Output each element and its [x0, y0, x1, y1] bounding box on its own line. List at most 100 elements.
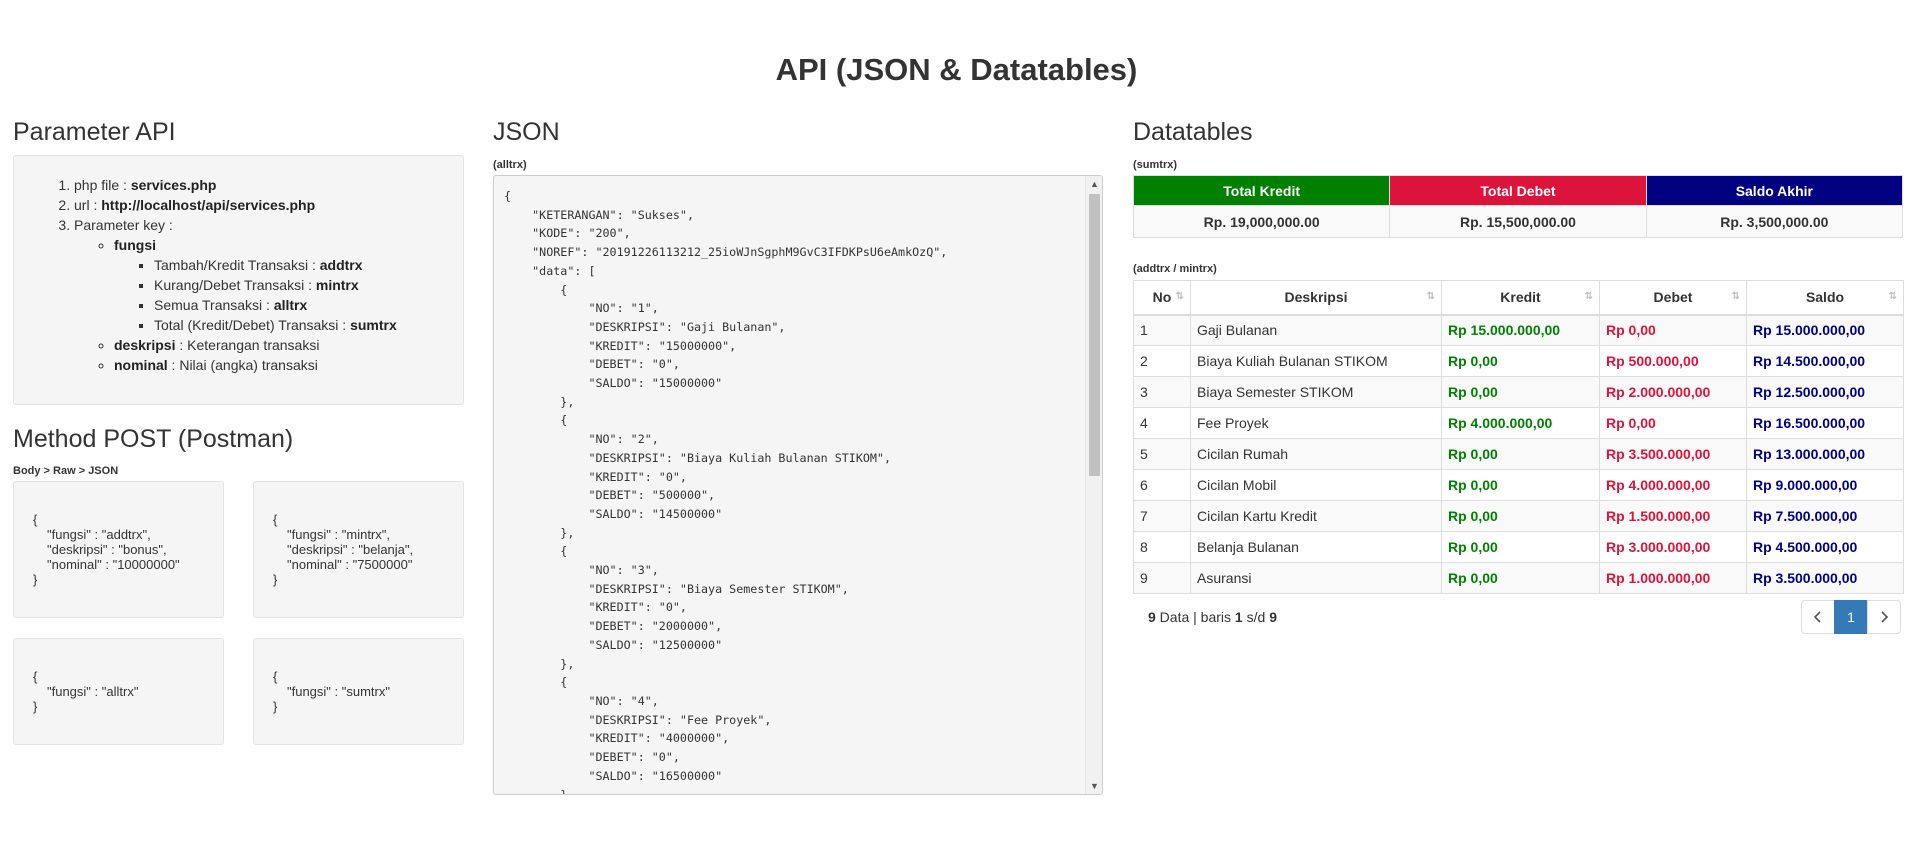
cell-no: 8 [1133, 531, 1191, 563]
cell-deskripsi: Gaji Bulanan [1190, 314, 1442, 346]
info-to: 9 [1269, 609, 1277, 625]
code-line: { [33, 512, 38, 527]
info-sep: s/d [1242, 609, 1270, 625]
json-content: { "KETERANGAN": "Sukses", "KODE": "200",… [504, 189, 948, 795]
cell-kredit: Rp 0,00 [1441, 531, 1600, 563]
param-label: php file : [74, 177, 131, 193]
cell-saldo: Rp 3.500.000,00 [1746, 562, 1904, 594]
chevron-right-icon [1881, 611, 1889, 623]
cell-debet: Rp 1.000.000,00 [1599, 562, 1747, 594]
table-row: 7 Cicilan Kartu Kredit Rp 0,00 Rp 1.500.000… [1133, 500, 1904, 532]
cell-debet: Rp 500.000,00 [1599, 345, 1747, 377]
saldo-akhir-header: Saldo Akhir [1645, 175, 1904, 206]
param-value: services.php [130, 177, 217, 193]
cell-debet: Rp 0,00 [1599, 407, 1747, 439]
fungsi-value-item: Kurang/Debet Transaksi : mintrx [154, 275, 463, 295]
json-sublabel: (alltrx) [493, 159, 527, 171]
sort-icon: ⇅ [1175, 291, 1184, 302]
total-debet-value: Rp. 15,500,000.00 [1389, 205, 1647, 238]
table-row: 3 Biaya Semester STIKOM Rp 0,00 Rp 2.000.00… [1133, 376, 1904, 408]
cell-no: 4 [1133, 407, 1191, 439]
fungsi-desc: Semua Transaksi : [154, 297, 274, 313]
column-header-kredit[interactable]: Kredit ⇅ [1441, 280, 1600, 316]
cell-deskripsi: Biaya Semester STIKOM [1190, 376, 1442, 408]
code-line: "deskripsi" : "belanja", [287, 542, 414, 557]
cell-kredit: Rp 4.000.000,00 [1441, 407, 1600, 439]
column-header-debet[interactable]: Debet ⇅ [1599, 280, 1747, 316]
column-header-no[interactable]: No ⇅ [1133, 280, 1191, 316]
cell-deskripsi: Cicilan Rumah [1190, 438, 1442, 470]
code-line: "fungsi" : "alltrx" [47, 684, 139, 699]
transactions-body: 1 Gaji Bulanan Rp 15.000.000,00 Rp 0,00 Rp 1… [1133, 314, 1904, 594]
info-count: 9 [1148, 609, 1156, 625]
addtrx-mintrx-label: (addtrx / mintrx) [1133, 263, 1217, 275]
param-keys-list: fungsi Tambah/Kredit Transaksi : addtrx … [74, 235, 463, 375]
fungsi-code: addtrx [319, 257, 363, 273]
scroll-thumb[interactable] [1089, 194, 1100, 476]
cell-no: 2 [1133, 345, 1191, 377]
datatables-heading: Datatables [1133, 118, 1253, 146]
cell-kredit: Rp 0,00 [1441, 562, 1600, 594]
sort-icon: ⇅ [1888, 291, 1897, 302]
cell-saldo: Rp 13.000.000,00 [1746, 438, 1904, 470]
next-page-button[interactable] [1867, 600, 1901, 634]
cell-kredit: Rp 15.000.000,00 [1441, 314, 1600, 346]
json-scrollbar[interactable]: ▲ ▼ [1085, 176, 1102, 794]
cell-deskripsi: Belanja Bulanan [1190, 531, 1442, 563]
cell-deskripsi: Fee Proyek [1190, 407, 1442, 439]
column-label: No [1152, 289, 1172, 306]
fungsi-value-item: Semua Transaksi : alltrx [154, 295, 463, 315]
cell-debet: Rp 1.500.000,00 [1599, 500, 1747, 532]
key-fungsi: fungsi Tambah/Kredit Transaksi : addtrx … [114, 235, 463, 335]
fungsi-code: mintrx [315, 277, 359, 293]
code-line: "fungsi" : "addtrx", [47, 527, 151, 542]
parameter-api-panel: php file : services.php url : http://loc… [13, 155, 464, 405]
code-line: } [33, 699, 38, 714]
cell-saldo: Rp 14.500.000,00 [1746, 345, 1904, 377]
column-header-deskripsi[interactable]: Deskripsi ⇅ [1190, 280, 1442, 316]
cell-saldo: Rp 15.000.000,00 [1746, 314, 1904, 346]
column-label: Debet [1653, 289, 1693, 306]
sort-icon: ⇅ [1426, 291, 1435, 302]
cell-debet: Rp 3.000.000,00 [1599, 531, 1747, 563]
request-example-sumtrx: { "fungsi" : "sumtrx" } [253, 638, 464, 745]
cell-kredit: Rp 0,00 [1441, 345, 1600, 377]
table-row: 6 Cicilan Mobil Rp 0,00 Rp 4.000.000,00 Rp 9… [1133, 469, 1904, 501]
code-line: { [273, 669, 278, 684]
fungsi-desc: Kurang/Debet Transaksi : [154, 277, 316, 293]
transactions-table: No ⇅ Deskripsi ⇅ Kredit ⇅ Debet ⇅ Saldo ⇅ 1 Ga… [1133, 280, 1904, 594]
cell-debet: Rp 2.000.000,00 [1599, 376, 1747, 408]
key-name: deskripsi [114, 337, 176, 353]
table-row: 9 Asuransi Rp 0,00 Rp 1.000.000,00 Rp 3.500.… [1133, 562, 1904, 594]
page-1-button[interactable]: 1 [1834, 600, 1868, 634]
chevron-left-icon [1813, 611, 1821, 623]
key-name: nominal [114, 357, 168, 373]
param-value: http://localhost/api/services.php [101, 197, 316, 213]
page-title: API (JSON & Datatables) [775, 52, 1138, 87]
column-header-saldo[interactable]: Saldo ⇅ [1746, 280, 1904, 316]
param-item-url: url : http://localhost/api/services.php [74, 195, 463, 215]
scroll-up-icon[interactable]: ▲ [1086, 176, 1102, 192]
total-kredit-header: Total Kredit [1132, 175, 1391, 206]
code-line: } [273, 572, 278, 587]
key-deskripsi: deskripsi : Keterangan transaksi [114, 335, 463, 355]
cell-deskripsi: Cicilan Kartu Kredit [1190, 500, 1442, 532]
cell-no: 3 [1133, 376, 1191, 408]
json-heading: JSON [493, 118, 560, 146]
param-label: url : [74, 197, 102, 213]
fungsi-code: alltrx [273, 297, 308, 313]
cell-no: 9 [1133, 562, 1191, 594]
json-output-textarea[interactable]: { "KETERANGAN": "Sukses", "KODE": "200",… [493, 175, 1103, 795]
cell-saldo: Rp 9.000.000,00 [1746, 469, 1904, 501]
cell-no: 1 [1133, 314, 1191, 346]
method-post-heading: Method POST (Postman) [13, 425, 294, 453]
sumtrx-label: (sumtrx) [1133, 159, 1178, 171]
scroll-down-icon[interactable]: ▼ [1086, 778, 1102, 794]
table-row: 2 Biaya Kuliah Bulanan STIKOM Rp 0,00 Rp 50… [1133, 345, 1904, 377]
code-line: { [273, 512, 278, 527]
fungsi-value-item: Total (Kredit/Debet) Transaksi : sumtrx [154, 315, 463, 335]
cell-deskripsi: Cicilan Mobil [1190, 469, 1442, 501]
parameter-api-heading: Parameter API [13, 118, 176, 146]
prev-page-button[interactable] [1801, 600, 1835, 634]
cell-debet: Rp 3.500.000,00 [1599, 438, 1747, 470]
